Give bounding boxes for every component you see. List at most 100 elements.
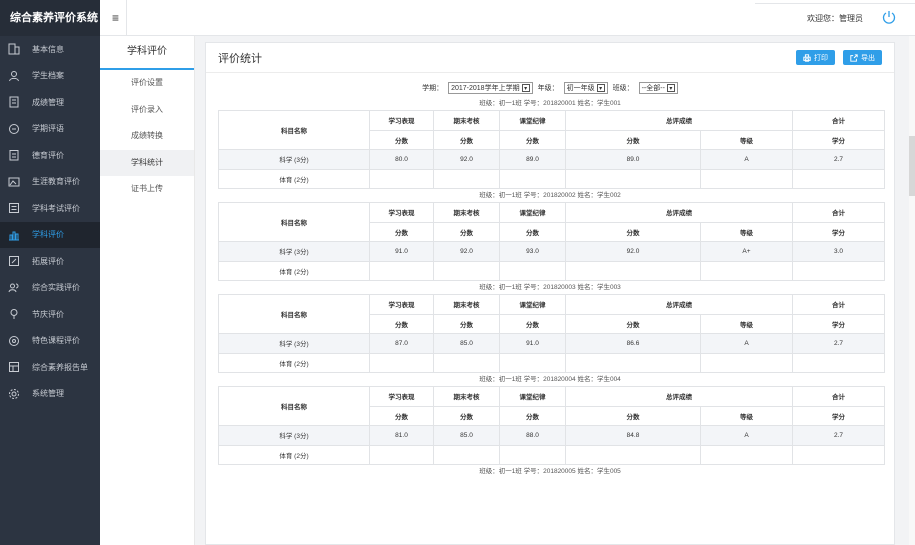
subnav-item-certificate-upload[interactable]: 证书上传 (100, 176, 194, 203)
cell-empty (792, 168, 885, 189)
cell-empty (700, 260, 793, 281)
student-info: 班级：初一1班 学号：201820005 姓名：学生005 (479, 468, 621, 475)
subnav-item-settings[interactable]: 评价设置 (100, 70, 194, 97)
cell-credit: 3.0 (792, 241, 885, 262)
sidebar-item-5[interactable]: 德育评价 (0, 142, 100, 169)
export-button[interactable]: 导出 (843, 50, 882, 65)
cell-subject: 体育 (2分) (218, 168, 370, 189)
col-score: 分数 (369, 221, 434, 242)
sidebar-item-11[interactable]: 节庆评价 (0, 301, 100, 328)
cell-study: 80.0 (369, 149, 434, 170)
cell-empty (369, 444, 434, 465)
col-credit: 学分 (792, 313, 885, 334)
cell-empty (700, 168, 793, 189)
subnav-item-statistics[interactable]: 学科统计 (100, 149, 194, 176)
sidebar-item-3[interactable]: 成绩管理 (0, 89, 100, 116)
cell-empty (792, 444, 885, 465)
subnav-item-entry[interactable]: 评价录入 (100, 97, 194, 124)
cell-discipline: 88.0 (499, 425, 566, 446)
student-info: 班级：初一1班 学号：201820002 姓名：学生002 (479, 192, 621, 199)
table-row: 科学 (3分) 80.0 92.0 89.0 89.0 A 2.7 (218, 149, 885, 170)
print-button[interactable]: 打印 (796, 50, 835, 65)
cell-empty (700, 444, 793, 465)
subnav-item-conversion[interactable]: 成绩转换 (100, 123, 194, 150)
cell-subject: 科学 (3分) (218, 149, 370, 170)
table-header-row: 科目名称 学习表现 期末考核 课堂纪律 总评成绩 合计 (218, 202, 885, 242)
export-icon (850, 53, 858, 62)
sidebar-item-label: 综合实践评价 (32, 283, 80, 293)
cell-empty (499, 352, 566, 373)
power-icon[interactable] (881, 9, 897, 25)
welcome-text: 欢迎您：管理员 (807, 14, 863, 23)
cell-empty (700, 352, 793, 373)
cell-study: 81.0 (369, 425, 434, 446)
term-select-value: 2017-2018学年上学期 (451, 85, 520, 92)
sidebar-item-9[interactable]: 拓展评价 (0, 248, 100, 275)
col-study: 学习表现 (369, 294, 434, 315)
table-row: 科学 (3分) 91.0 92.0 93.0 92.0 A+ 3.0 (218, 241, 885, 262)
grade-select[interactable]: 初一年级 ▾ (563, 82, 608, 94)
col-sum: 合计 (792, 202, 885, 223)
app-title: 综合素养评价系统 (0, 0, 100, 36)
col-subject: 科目名称 (218, 386, 370, 426)
sidebar-item-1[interactable]: 基本信息 (0, 36, 100, 63)
cell-grade: A+ (700, 241, 793, 262)
score-table: 科目名称 学习表现 期末考核 课堂纪律 总评成绩 合计 分数 分数 分数 分数 等级 学分 科学 (3分… (218, 110, 885, 189)
cell-discipline: 89.0 (499, 149, 566, 170)
grade-label: 年级： (537, 85, 559, 92)
cell-final: 92.0 (433, 149, 500, 170)
table-row: 科学 (3分) 87.0 85.0 91.0 86.6 A 2.7 (218, 333, 885, 354)
cell-credit: 2.7 (792, 149, 885, 170)
col-final: 期末考核 (433, 294, 500, 315)
table-row: 体育 (2分) (218, 168, 885, 189)
list-icon (8, 202, 20, 214)
score-table: 科目名称 学习表现 期末考核 课堂纪律 总评成绩 合计 分数 分数 分数 分数 等级 学分 科学 (3分… (218, 202, 885, 281)
sidebar-item-6[interactable]: 生涯教育评价 (0, 169, 100, 196)
sidebar-item-label: 特色课程评价 (32, 336, 80, 346)
sidebar-item-4[interactable]: 学期评语 (0, 116, 100, 143)
menu-toggle-icon[interactable]: ≡ (105, 0, 127, 36)
cell-empty (792, 260, 885, 281)
col-study: 学习表现 (369, 202, 434, 223)
scrollbar[interactable] (909, 36, 915, 545)
sidebar-item-10[interactable]: 综合实践评价 (0, 275, 100, 302)
sidebar-item-label: 德育评价 (32, 150, 64, 160)
table-row: 科学 (3分) 81.0 85.0 88.0 84.8 A 2.7 (218, 425, 885, 446)
sidebar-item-7[interactable]: 学科考试评价 (0, 195, 100, 222)
cell-empty (499, 168, 566, 189)
sidebar-item-8[interactable]: 学科评价 (0, 221, 100, 248)
chevron-down-icon: ▾ (596, 84, 605, 92)
col-credit: 学分 (792, 221, 885, 242)
term-select[interactable]: 2017-2018学年上学期 ▾ (448, 82, 533, 94)
col-subject: 科目名称 (218, 202, 370, 242)
col-score: 分数 (433, 129, 500, 150)
building-icon (8, 43, 20, 55)
sidebar-item-2[interactable]: 学生档案 (0, 63, 100, 90)
table-header-row: 科目名称 学习表现 期末考核 课堂纪律 总评成绩 合计 (218, 294, 885, 334)
topbar: ≡ 欢迎您：管理员 (100, 0, 915, 36)
sidebar-item-12[interactable]: 特色课程评价 (0, 328, 100, 355)
col-final: 期末考核 (433, 386, 500, 407)
cell-total: 89.0 (565, 149, 701, 170)
cell-final: 85.0 (433, 333, 500, 354)
cell-subject: 科学 (3分) (218, 333, 370, 354)
report-icon (8, 361, 20, 373)
scrollbar-thumb[interactable] (909, 136, 915, 196)
panel-header: 评价统计 打印 导出 (206, 43, 894, 73)
sidebar-item-label: 拓展评价 (32, 256, 64, 266)
class-select[interactable]: --全部-- ▾ (638, 82, 678, 94)
student-info: 班级：初一1班 学号：201820003 姓名：学生003 (479, 284, 621, 291)
cell-subject: 体育 (2分) (218, 260, 370, 281)
cell-subject: 体育 (2分) (218, 444, 370, 465)
col-sum: 合计 (792, 386, 885, 407)
grade-select-value: 初一年级 (566, 85, 595, 92)
col-discipline: 课堂纪律 (499, 110, 566, 131)
col-score: 分数 (565, 313, 701, 334)
filter-bar: 学期： 2017-2018学年上学期 ▾ 年级： 初一年级 ▾ 班级： --全部--… (206, 79, 894, 97)
cell-subject: 体育 (2分) (218, 352, 370, 373)
sidebar-item-13[interactable]: 综合素养报告单 (0, 354, 100, 381)
subnav-title: 学科评价 (100, 36, 194, 70)
sidebar-item-label: 基本信息 (32, 44, 64, 54)
cell-empty (369, 260, 434, 281)
sidebar-item-14[interactable]: 系统管理 (0, 381, 100, 408)
